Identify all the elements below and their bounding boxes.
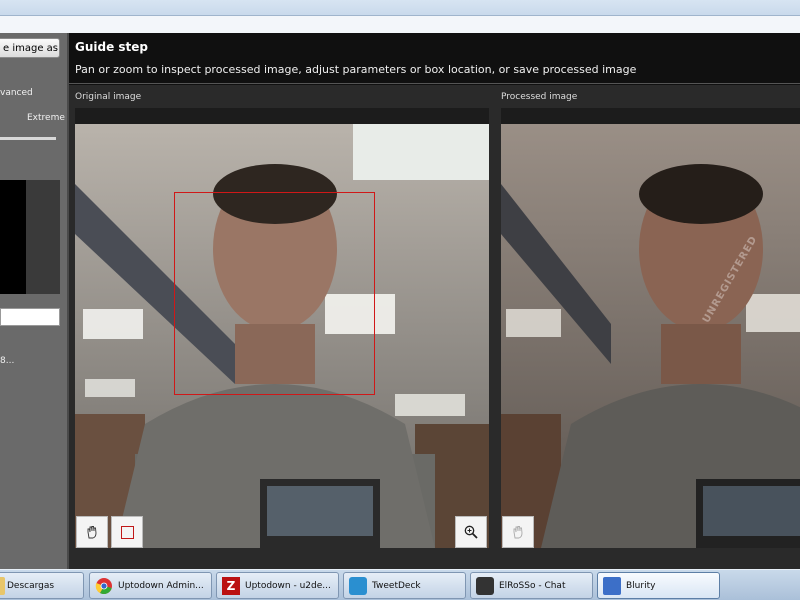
original-image[interactable] xyxy=(75,124,489,548)
pan-tool-button[interactable] xyxy=(76,516,108,548)
tweetdeck-icon xyxy=(349,576,367,595)
magnifier-icon xyxy=(464,525,478,539)
sidebar-panel: e image as... vanced Extreme 8... xyxy=(0,33,69,569)
strength-slider[interactable] xyxy=(0,137,56,140)
original-image-label: Original image xyxy=(75,92,142,102)
parameter-value-text: 8... xyxy=(0,356,15,366)
filezilla-icon: Z xyxy=(222,576,240,595)
processed-photo-graphic xyxy=(501,124,800,548)
windows-taskbar: Descargas Uptodown Admin... Z Uptodown -… xyxy=(0,569,800,600)
taskbar-item-tweetdeck[interactable]: TweetDeck xyxy=(343,572,466,599)
taskbar-item-steam-chat[interactable]: ElRoSSo - Chat xyxy=(470,572,593,599)
blurity-icon xyxy=(603,576,621,595)
taskbar-item-label: Descargas xyxy=(7,580,55,591)
box-icon xyxy=(120,525,134,539)
parameter-input[interactable] xyxy=(0,308,60,326)
box-select-tool-button[interactable] xyxy=(111,516,143,548)
taskbar-item-blurity[interactable]: Blurity xyxy=(597,572,720,599)
hand-icon xyxy=(513,526,523,539)
option-advanced-label: vanced xyxy=(0,88,33,98)
guide-step-title: Guide step xyxy=(75,40,149,54)
zoom-tool-button[interactable] xyxy=(455,516,487,548)
header-divider xyxy=(69,83,800,84)
hand-icon xyxy=(87,526,97,539)
taskbar-item-chrome[interactable]: Uptodown Admin... xyxy=(89,572,212,599)
steam-icon xyxy=(476,576,494,595)
preview-thumbnail xyxy=(0,180,60,294)
taskbar-item-label: TweetDeck xyxy=(372,580,421,591)
chrome-icon xyxy=(95,577,112,594)
taskbar-item-label: Blurity xyxy=(626,580,656,591)
taskbar-item-label: Uptodown Admin... xyxy=(118,580,204,591)
processed-pan-tool-button[interactable] xyxy=(502,516,534,548)
preview-dark-region xyxy=(0,180,26,294)
processed-image[interactable]: UNREGISTERED xyxy=(501,124,800,548)
window-menu-strip xyxy=(0,15,800,34)
guide-step-description: Pan or zoom to inspect processed image, … xyxy=(75,63,637,76)
window-titlebar xyxy=(0,0,800,34)
option-extreme-label: Extreme xyxy=(27,113,65,123)
taskbar-item-label: ElRoSSo - Chat xyxy=(499,580,566,591)
folder-icon xyxy=(0,576,5,595)
save-image-button[interactable]: e image as... xyxy=(0,38,60,58)
taskbar-item-filezilla[interactable]: Z Uptodown - u2de... xyxy=(216,572,339,599)
blurity-window: e image as... vanced Extreme 8... Guide … xyxy=(0,0,800,600)
taskbar-item-descargas[interactable]: Descargas xyxy=(0,572,84,599)
processed-image-label: Processed image xyxy=(501,92,578,102)
taskbar-item-label: Uptodown - u2de... xyxy=(245,580,331,591)
face-selection-box[interactable] xyxy=(174,192,375,395)
